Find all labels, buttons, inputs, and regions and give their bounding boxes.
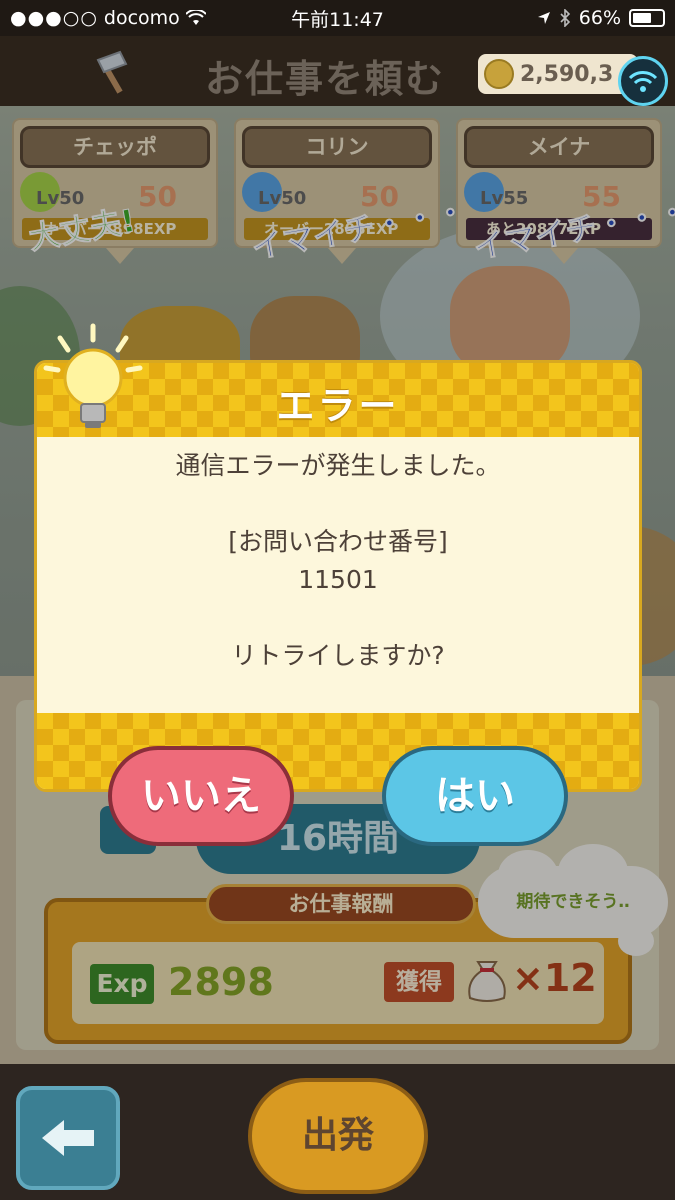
page-title: お仕事を頼む: [205, 57, 446, 101]
carrier-label: docomo: [103, 7, 180, 29]
bottom-nav: 出発: [0, 1064, 675, 1200]
inquiry-number: 11501: [298, 565, 378, 594]
clock: 午前11:47: [291, 8, 384, 31]
back-arrow-icon: [42, 1120, 94, 1156]
status-bar: ●●●○○ docomo 午前11:47 66%: [0, 0, 675, 36]
lightbulb-icon: [43, 323, 143, 428]
signal-icon: ●●●○○: [10, 7, 98, 29]
back-button[interactable]: [16, 1086, 120, 1190]
coin-counter: 2,590,3: [478, 54, 638, 94]
no-button[interactable]: いいえ: [108, 746, 294, 846]
inquiry-label: [お問い合わせ番号]: [228, 527, 448, 556]
retry-question: リトライしますか?: [231, 641, 445, 670]
error-message: 通信エラーが発生しました。: [175, 451, 501, 480]
coin-amount: 2,590,3: [520, 61, 614, 87]
wifi-status-icon: [185, 10, 206, 25]
dialog-body: 通信エラーが発生しました。 [お問い合わせ番号] 11501 リトライしますか?: [37, 447, 639, 675]
connection-button[interactable]: [618, 56, 668, 106]
wifi-icon: [628, 71, 658, 92]
depart-button[interactable]: 出発: [248, 1078, 428, 1194]
hammer-icon: [96, 50, 128, 94]
battery-icon: [629, 9, 665, 27]
yes-button[interactable]: はい: [382, 746, 568, 846]
battery-percent: 66%: [578, 7, 621, 29]
header: お仕事を頼む 2,590,3: [0, 36, 675, 106]
bluetooth-icon: [560, 9, 570, 27]
location-icon: [537, 12, 550, 24]
coin-icon: [484, 59, 514, 89]
